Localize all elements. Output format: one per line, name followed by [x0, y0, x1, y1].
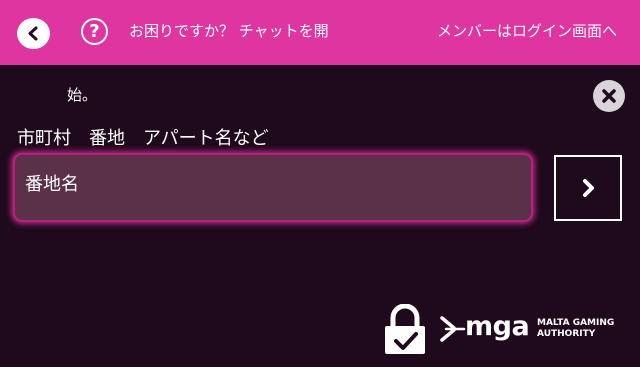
mga-brand-text: mga — [465, 311, 530, 342]
chat-help-link[interactable]: お困りですか？ チャットを開 — [129, 21, 329, 41]
chevron-right-icon — [583, 179, 594, 197]
mga-logo — [440, 316, 466, 342]
mga-line-1: MALTA GAMING — [537, 318, 615, 328]
next-button[interactable] — [554, 155, 622, 221]
header-bar: ? お困りですか？ チャットを開 メンバーはログイン画面へ — [0, 0, 640, 65]
mga-authority-text: MALTA GAMING AUTHORITY — [537, 318, 614, 340]
chat-help-link-continued[interactable]: 始。 — [67, 85, 97, 105]
lock-check-icon — [385, 304, 425, 354]
address-label: 市町村 番地 アパート名など — [17, 128, 269, 149]
member-login-link[interactable]: メンバーはログイン画面へ — [437, 21, 617, 41]
back-button[interactable] — [17, 18, 50, 49]
help-circle-icon[interactable]: ? — [81, 18, 108, 45]
close-button[interactable] — [593, 80, 625, 112]
chevron-left-icon — [28, 26, 38, 41]
address-input[interactable]: 番地名 — [13, 153, 533, 222]
mga-line-2: AUTHORITY — [537, 329, 596, 339]
close-icon — [602, 89, 616, 103]
address-placeholder: 番地名 — [25, 174, 79, 195]
